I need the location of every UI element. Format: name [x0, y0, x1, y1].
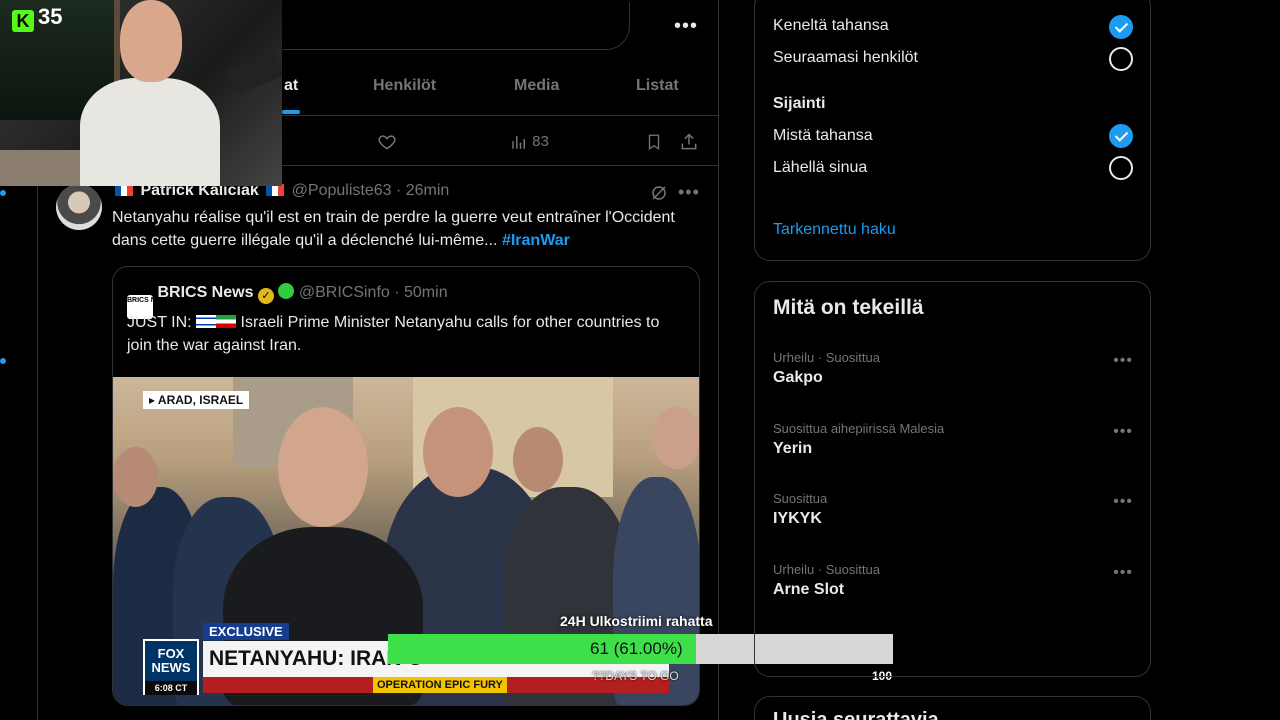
- advanced-search-link[interactable]: Tarkennettu haku: [773, 221, 896, 239]
- verified-badge-icon: ✓: [257, 288, 274, 304]
- like-button[interactable]: [377, 130, 397, 154]
- trend-item[interactable]: Suosittua aihepiirissä Malesia Yerin •••: [773, 421, 1143, 473]
- who-to-follow-card: Uusia seurattavia: [754, 696, 1151, 720]
- trends-card: Mitä on tekeillä Urheilu · Suosittua Gak…: [754, 281, 1151, 677]
- quote-author-name[interactable]: BRICS News: [157, 284, 253, 301]
- share-icon: [681, 133, 697, 150]
- kick-logo-icon: K: [12, 10, 34, 32]
- author-handle[interactable]: @Populiste63: [292, 182, 392, 199]
- goal-title: 24H Ulkostriimi rahatta: [560, 613, 713, 629]
- trends-title: Mitä on tekeillä: [773, 296, 924, 319]
- quote-author-handle[interactable]: @BRICSinfo: [299, 284, 390, 301]
- avatar[interactable]: [56, 184, 102, 230]
- filter-anywhere-radio[interactable]: [1109, 124, 1133, 148]
- more-horizontal-icon[interactable]: •••: [1113, 564, 1133, 582]
- filter-near-you-radio[interactable]: [1109, 156, 1133, 180]
- more-horizontal-icon[interactable]: •••: [678, 182, 700, 203]
- filter-near-you-label[interactable]: Lähellä sinua: [773, 159, 867, 177]
- speaker-head: [278, 407, 368, 527]
- bookmark-button[interactable]: [645, 130, 663, 154]
- filter-anywhere-label[interactable]: Mistä tahansa: [773, 127, 873, 145]
- trend-name: Arne Slot: [773, 581, 845, 598]
- nav-notification-dot: [0, 190, 6, 196]
- network-line2: NEWS: [151, 660, 191, 675]
- bookmark-icon: [648, 134, 660, 151]
- tab-latest[interactable]: at: [284, 60, 298, 116]
- trend-name: IYKYK: [773, 510, 822, 527]
- tab-lists[interactable]: Listat: [636, 60, 679, 116]
- trend-name: Gakpo: [773, 369, 823, 386]
- nav-notification-dot: [0, 358, 6, 364]
- iran-flag-icon: [216, 315, 237, 328]
- tweet-time[interactable]: · 26min: [396, 182, 449, 199]
- trend-meta: Urheilu · Suosittua: [773, 350, 880, 365]
- viewer-badge: K 35: [12, 4, 62, 32]
- quote-time[interactable]: · 50min: [394, 284, 447, 301]
- views-count: 83: [532, 133, 549, 150]
- share-button[interactable]: [679, 130, 699, 154]
- quote-text: JUST IN: Israeli Prime Minister Netanyah…: [127, 311, 687, 357]
- background-head: [113, 447, 158, 507]
- streamer-head: [120, 0, 182, 82]
- more-horizontal-icon[interactable]: •••: [1113, 423, 1133, 441]
- trend-meta: Urheilu · Suosittua: [773, 562, 880, 577]
- background-head: [653, 407, 699, 469]
- grok-icon[interactable]: [650, 184, 668, 202]
- who-to-follow-title: Uusia seurattavia: [773, 709, 939, 720]
- trend-item[interactable]: Urheilu · Suosittua Arne Slot •••: [773, 562, 1143, 614]
- active-tab-indicator: [282, 110, 300, 114]
- trend-name: Yerin: [773, 440, 813, 457]
- trend-item[interactable]: Suosittua IYKYK •••: [773, 491, 1143, 543]
- filter-following-label[interactable]: Seuraamasi henkilöt: [773, 49, 918, 67]
- trend-meta: Suosittua: [773, 491, 828, 506]
- tweet-text: Netanyahu réalise qu'il est en train de …: [112, 206, 712, 252]
- background-head: [513, 427, 563, 492]
- location-badge: ▸ ARAD, ISRAEL: [143, 391, 250, 409]
- search-input[interactable]: [268, 2, 630, 50]
- fox-news-logo: FOX NEWS 6:08 CT: [143, 639, 199, 695]
- hashtag-link[interactable]: #IranWar: [502, 232, 570, 249]
- quote-prefix: JUST IN:: [127, 314, 192, 331]
- filter-following-radio[interactable]: [1109, 47, 1133, 71]
- tweet-body: Netanyahu réalise qu'il est en train de …: [112, 209, 675, 249]
- more-horizontal-icon[interactable]: •••: [1113, 352, 1133, 370]
- search-filters-card: Keneltä tahansa Seuraamasi henkilöt Sija…: [754, 0, 1151, 261]
- ticker-label: OPERATION EPIC FURY: [373, 677, 507, 693]
- network-line1: FOX: [157, 646, 185, 661]
- background-head: [423, 407, 493, 497]
- israel-flag-icon: [196, 315, 217, 328]
- trend-item[interactable]: Urheilu · Suosittua Gakpo •••: [773, 350, 1143, 402]
- heart-icon: [378, 135, 396, 150]
- tab-media[interactable]: Media: [514, 60, 559, 116]
- chart-icon: [512, 136, 525, 149]
- location-section-title: Sijainti: [773, 95, 826, 112]
- filter-anyone-radio[interactable]: [1109, 15, 1133, 39]
- microphone-icon: [225, 51, 282, 95]
- webcam-overlay: K 35: [0, 0, 282, 186]
- goal-remaining: ??DAYS TO GO: [592, 669, 679, 683]
- filter-anyone-label[interactable]: Keneltä tahansa: [773, 17, 889, 35]
- tab-people[interactable]: Henkilöt: [373, 60, 436, 116]
- broadcast-clock: 6:08 CT: [145, 681, 197, 695]
- more-horizontal-icon[interactable]: •••: [674, 14, 698, 38]
- exclusive-tag: EXCLUSIVE: [203, 623, 289, 640]
- trend-meta: Suosittua aihepiirissä Malesia: [773, 421, 945, 436]
- streamer-body: [80, 78, 220, 186]
- more-horizontal-icon[interactable]: •••: [1113, 493, 1133, 511]
- views-button[interactable]: 83: [510, 130, 549, 154]
- viewer-count: 35: [38, 4, 63, 29]
- affiliate-badge-icon: [278, 283, 295, 299]
